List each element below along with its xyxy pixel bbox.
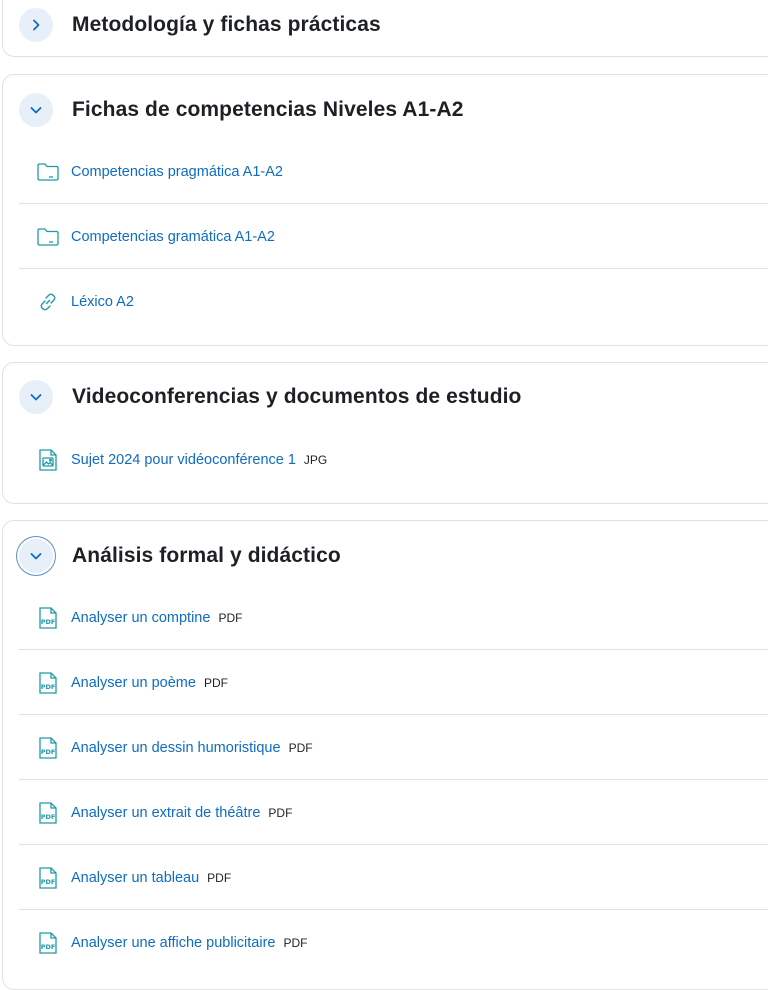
- file-type-badge: PDF: [268, 805, 293, 820]
- course-section-videoconferencias: Videoconferencias y documentos de estudi…: [2, 362, 768, 504]
- activity-link[interactable]: Analyser un extrait de théâtre: [71, 805, 260, 821]
- activity-item[interactable]: PDF Analyser un poème PDF: [19, 651, 768, 715]
- folder-icon: [35, 224, 61, 250]
- section-toggle-button[interactable]: [19, 380, 53, 414]
- file-type-badge: PDF: [203, 675, 228, 690]
- section-title[interactable]: Análisis formal y didáctico: [72, 544, 341, 568]
- activity-link[interactable]: Competencias gramática A1-A2: [71, 229, 275, 245]
- course-section-fichas: Fichas de competencias Niveles A1-A2 Com…: [2, 74, 768, 346]
- activity-link[interactable]: Analyser un comptine: [71, 610, 210, 626]
- section-title[interactable]: Fichas de competencias Niveles A1-A2: [72, 98, 464, 122]
- svg-text:PDF: PDF: [41, 618, 56, 626]
- activity-item[interactable]: PDF Analyser une affiche publicitaire PD…: [19, 911, 768, 975]
- section-toggle-button[interactable]: [19, 8, 53, 42]
- pdf-icon: PDF: [35, 800, 61, 826]
- section-toggle-button[interactable]: [19, 93, 53, 127]
- chevron-down-icon: [30, 107, 42, 114]
- section-toggle-button[interactable]: [19, 539, 53, 573]
- pdf-icon: PDF: [35, 670, 61, 696]
- activity-link[interactable]: Léxico A2: [71, 294, 134, 310]
- activity-item[interactable]: Sujet 2024 pour vidéoconférence 1 JPG: [19, 428, 768, 492]
- link-icon: [35, 289, 61, 315]
- svg-text:PDF: PDF: [41, 748, 56, 756]
- file-type-badge: PDF: [218, 610, 243, 625]
- svg-text:PDF: PDF: [41, 878, 56, 886]
- activity-item[interactable]: Competencias gramática A1-A2: [19, 205, 768, 269]
- section-title[interactable]: Metodología y fichas prácticas: [72, 13, 381, 37]
- activity-item[interactable]: PDF Analyser un tableau PDF: [19, 846, 768, 910]
- pdf-icon: PDF: [35, 605, 61, 631]
- pdf-icon: PDF: [35, 930, 61, 956]
- svg-text:PDF: PDF: [41, 683, 56, 691]
- svg-text:PDF: PDF: [41, 813, 56, 821]
- section-header: Fichas de competencias Niveles A1-A2: [19, 92, 464, 128]
- course-section-metodologia: Metodología y fichas prácticas: [2, 0, 768, 57]
- chevron-down-icon: [30, 394, 42, 401]
- image-file-icon: [35, 447, 61, 473]
- activity-link[interactable]: Competencias pragmática A1-A2: [71, 164, 283, 180]
- activity-item[interactable]: Léxico A2: [19, 270, 768, 334]
- file-type-badge: PDF: [207, 870, 232, 885]
- activity-link[interactable]: Analyser un tableau: [71, 870, 199, 886]
- section-title[interactable]: Videoconferencias y documentos de estudi…: [72, 385, 522, 409]
- chevron-down-icon: [30, 553, 42, 560]
- pdf-icon: PDF: [35, 735, 61, 761]
- section-header: Videoconferencias y documentos de estudi…: [19, 379, 522, 415]
- activity-link[interactable]: Analyser une affiche publicitaire: [71, 935, 275, 951]
- activity-item[interactable]: PDF Analyser un dessin humoristique PDF: [19, 716, 768, 780]
- folder-icon: [35, 159, 61, 185]
- file-type-badge: JPG: [303, 453, 328, 467]
- activity-link[interactable]: Analyser un poème: [71, 675, 196, 691]
- activity-item[interactable]: PDF Analyser un comptine PDF: [19, 586, 768, 650]
- chevron-right-icon: [33, 19, 40, 31]
- svg-text:PDF: PDF: [41, 943, 56, 951]
- course-section-analisis: Análisis formal y didáctico PDF Analyser…: [2, 520, 768, 990]
- file-type-badge: PDF: [288, 740, 313, 755]
- activity-item[interactable]: Competencias pragmática A1-A2: [19, 140, 768, 204]
- activity-link[interactable]: Analyser un dessin humoristique: [71, 740, 281, 756]
- activity-item[interactable]: PDF Analyser un extrait de théâtre PDF: [19, 781, 768, 845]
- activity-link[interactable]: Sujet 2024 pour vidéoconférence 1: [71, 452, 296, 468]
- section-header: Análisis formal y didáctico: [19, 538, 341, 574]
- file-type-badge: PDF: [283, 936, 308, 950]
- section-header: Metodología y fichas prácticas: [19, 7, 381, 43]
- pdf-icon: PDF: [35, 865, 61, 891]
